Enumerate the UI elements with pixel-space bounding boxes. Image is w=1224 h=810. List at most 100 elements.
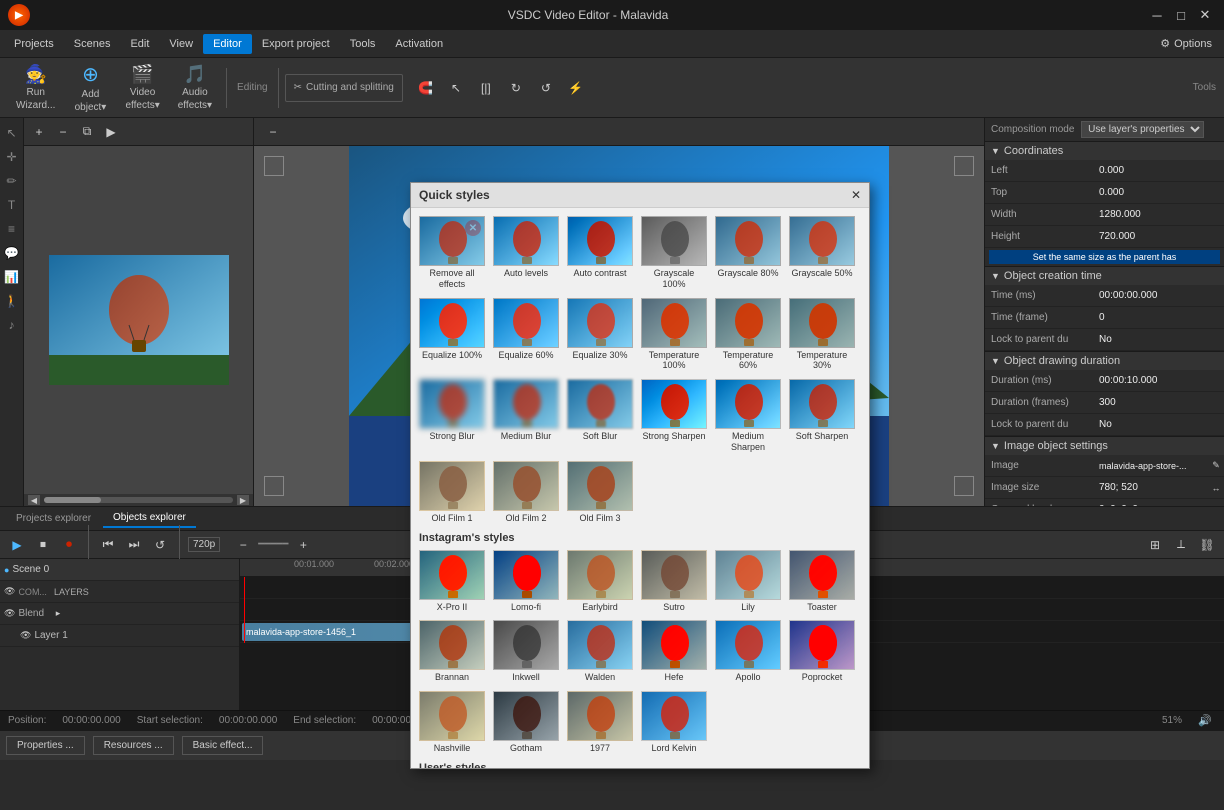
instagram-style-item[interactable]: Earlybird [565,548,635,615]
options-button[interactable]: ⚙ Options [1152,34,1220,53]
tl-link-btn[interactable]: ⛓ [1196,534,1218,556]
scene-play-icon[interactable]: ▶ [100,121,122,143]
quick-style-item[interactable]: Equalize 60% [491,296,561,374]
quick-style-item[interactable]: Equalize 100% [417,296,487,374]
window-controls[interactable]: ─ □ ✕ [1146,4,1216,26]
tab-objects-explorer[interactable]: Objects explorer [103,509,196,528]
split-tool[interactable]: ⚡ [563,75,589,101]
popup-close-button[interactable]: ✕ [851,188,861,202]
instagram-style-item[interactable]: X-Pro II [417,548,487,615]
selection-handle-tr[interactable] [954,156,974,176]
quick-style-item[interactable]: Temperature 100% [639,296,709,374]
quick-style-item[interactable]: Strong Blur [417,377,487,455]
basic-effect-btn[interactable]: Basic effect... [182,736,264,755]
image-size-btn[interactable]: ↔ [1208,480,1224,496]
menu-activation[interactable]: Activation [385,34,453,54]
instagram-style-item[interactable]: Lord Kelvin [639,689,709,756]
cropped-borders-value[interactable]: 0; 0; 0; 0 [1095,504,1224,506]
quick-style-item[interactable]: Old Film 1 [417,459,487,526]
prop-height-value[interactable]: 720.000 [1095,231,1224,242]
scene-add-icon[interactable]: + [28,121,50,143]
tl-zoom-in[interactable]: + [292,534,314,556]
instagram-style-item[interactable]: 1977 [565,689,635,756]
rotate-cw-tool[interactable]: ↻ [503,75,529,101]
quick-style-item[interactable]: Soft Blur [565,377,635,455]
text-icon[interactable]: T [1,194,23,216]
tl-play-btn[interactable]: ▶ [6,534,28,556]
selection-handle-bl[interactable] [264,476,284,496]
resources-btn[interactable]: Resources ... [93,736,174,755]
status-speaker-icon[interactable]: 🔊 [1194,710,1216,732]
tl-blend-eye[interactable]: 👁 [4,608,15,619]
image-value[interactable]: malavida-app-store-... [1095,461,1208,471]
properties-btn[interactable]: Properties ... [6,736,85,755]
quick-style-item[interactable]: Auto contrast [565,214,635,292]
run-wizard-button[interactable]: 🧙 Run Wizard... [8,62,63,114]
scroll-right[interactable]: ▶ [237,495,249,505]
selection-handle-tl[interactable] [264,156,284,176]
instagram-style-item[interactable]: Walden [565,618,635,685]
quick-style-item[interactable]: Old Film 2 [491,459,561,526]
instagram-style-item[interactable]: Nashville [417,689,487,756]
instagram-style-item[interactable]: Poprocket [787,618,857,685]
time-frame-value[interactable]: 0 [1095,312,1224,323]
music-icon[interactable]: ♪ [1,314,23,336]
close-button[interactable]: ✕ [1194,4,1216,26]
trim-tool[interactable]: [|] [473,75,499,101]
selection-handle-br[interactable] [954,476,974,496]
quick-style-item[interactable]: Grayscale 50% [787,214,857,292]
center-zoom-out[interactable]: − [262,121,284,143]
duration-ms-value[interactable]: 00:00:10.000 [1095,375,1224,386]
minimize-button[interactable]: ─ [1146,4,1168,26]
video-effects-button[interactable]: 🎬 Video effects▾ [117,62,167,114]
menu-scenes[interactable]: Scenes [64,34,121,54]
quick-style-item[interactable]: Soft Sharpen [787,377,857,455]
tl-loop[interactable]: ↺ [149,534,171,556]
scene-dup-icon[interactable]: ⧉ [76,121,98,143]
instagram-style-item[interactable]: Hefe [639,618,709,685]
menu-view[interactable]: View [159,34,203,54]
quick-style-item[interactable]: Old Film 3 [565,459,635,526]
maximize-button[interactable]: □ [1170,4,1192,26]
tl-record-btn[interactable]: ⏺ [58,534,80,556]
same-size-button[interactable]: Set the same size as the parent has [989,250,1220,264]
quick-style-item[interactable]: Medium Blur [491,377,561,455]
tab-projects-explorer[interactable]: Projects explorer [6,510,101,527]
time-ms-value[interactable]: 00:00:00.000 [1095,290,1224,301]
prop-width-value[interactable]: 1280.000 [1095,209,1224,220]
drawing-duration-header[interactable]: ▼ Object drawing duration [985,352,1224,370]
tl-layer1-eye[interactable]: 👁 [20,630,31,641]
instagram-style-item[interactable]: Apollo [713,618,783,685]
lock-parent-value2[interactable]: No [1095,419,1224,430]
quick-style-item[interactable]: Strong Sharpen [639,377,709,455]
rotate-ccw-tool[interactable]: ↺ [533,75,559,101]
tl-com-eye[interactable]: 👁 [4,586,15,597]
comp-mode-select[interactable]: Use layer's properties [1081,121,1204,138]
quick-style-item[interactable]: Equalize 30% [565,296,635,374]
tl-skip-fwd[interactable]: ⏭ [123,534,145,556]
quick-style-item[interactable]: Medium Sharpen [713,377,783,455]
tl-zoom-out[interactable]: − [232,534,254,556]
duration-frames-value[interactable]: 300 [1095,397,1224,408]
chat-icon[interactable]: 💬 [1,242,23,264]
playhead[interactable] [244,577,245,643]
quick-style-item[interactable]: Grayscale 100% [639,214,709,292]
menu-projects[interactable]: Projects [4,34,64,54]
instagram-style-item[interactable]: Inkwell [491,618,561,685]
tl-grid-btn[interactable]: ⊞ [1144,534,1166,556]
person-icon[interactable]: 🚶 [1,290,23,312]
quick-style-item[interactable]: Temperature 30% [787,296,857,374]
quick-style-item[interactable]: Auto levels [491,214,561,292]
coordinates-header[interactable]: ▼ Coordinates [985,142,1224,160]
instagram-style-item[interactable]: Brannan [417,618,487,685]
instagram-style-item[interactable]: Sutro [639,548,709,615]
image-settings-header[interactable]: ▼ Image object settings [985,437,1224,455]
draw-icon[interactable]: ✏ [1,170,23,192]
add-object-button[interactable]: ⊕ Add object▾ [65,62,115,114]
instagram-style-item[interactable]: Lomo-fi [491,548,561,615]
instagram-style-item[interactable]: Gotham [491,689,561,756]
prop-left-value[interactable]: 0.000 [1095,165,1224,176]
image-size-value[interactable]: 780; 520 [1095,482,1208,493]
quick-style-item[interactable]: Temperature 60% [713,296,783,374]
popup-scroll-area[interactable]: ✕Remove all effectsAuto levelsAuto contr… [411,208,869,768]
